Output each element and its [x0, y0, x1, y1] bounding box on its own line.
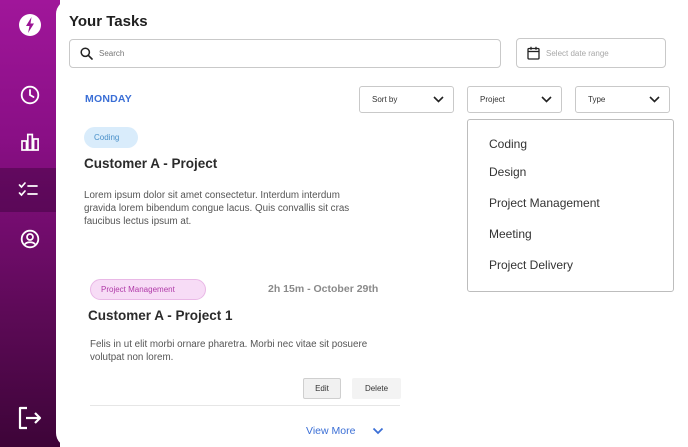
task-title[interactable]: Customer A - Project [84, 156, 217, 171]
divider [90, 405, 400, 406]
search-box[interactable] [69, 39, 501, 68]
project-label: Project [480, 95, 505, 104]
edit-button[interactable]: Edit [303, 378, 341, 399]
day-heading: MONDAY [85, 93, 132, 105]
date-range-picker[interactable]: Select date range [516, 38, 666, 68]
sort-by-select[interactable]: Sort by [359, 86, 454, 113]
view-more-link[interactable]: View More [306, 425, 355, 437]
task-title[interactable]: Customer A - Project 1 [88, 308, 233, 323]
sidebar [0, 0, 60, 447]
logout-icon[interactable] [0, 398, 60, 438]
project-select[interactable]: Project [467, 86, 562, 113]
task-list-icon[interactable] [0, 168, 56, 212]
date-range-placeholder: Select date range [546, 48, 609, 58]
chart-icon[interactable] [0, 122, 60, 162]
task-description: Felis in ut elit morbi ornare pharetra. … [90, 339, 368, 363]
task-description: Lorem ipsum dolor sit amet consectetur. … [84, 190, 350, 227]
search-input[interactable] [99, 49, 479, 58]
sort-by-label: Sort by [372, 95, 398, 104]
dropdown-option-design[interactable]: Design [489, 165, 526, 179]
type-label: Type [588, 95, 606, 104]
dropdown-option-coding[interactable]: Coding [489, 137, 527, 151]
chevron-down-icon [541, 96, 552, 103]
user-icon[interactable] [0, 219, 60, 259]
chevron-down-icon[interactable] [372, 427, 384, 435]
project-dropdown-menu: Coding Design Project Management Meeting… [467, 119, 674, 292]
chevron-down-icon [649, 96, 660, 103]
page-title: Your Tasks [69, 13, 148, 30]
search-icon [80, 47, 93, 60]
dropdown-option-project-management[interactable]: Project Management [489, 196, 600, 210]
task-tag-coding: Coding [84, 127, 138, 148]
clock-icon[interactable] [0, 75, 60, 115]
type-select[interactable]: Type [575, 86, 670, 113]
logo-icon[interactable] [0, 5, 60, 45]
dropdown-option-meeting[interactable]: Meeting [489, 227, 532, 241]
task-time: 2h 15m - October 29th [268, 283, 379, 295]
dropdown-option-project-delivery[interactable]: Project Delivery [489, 258, 573, 272]
calendar-icon [527, 46, 540, 60]
delete-button[interactable]: Delete [352, 378, 401, 399]
task-tag-project-management: Project Management [90, 279, 206, 300]
chevron-down-icon [433, 96, 444, 103]
